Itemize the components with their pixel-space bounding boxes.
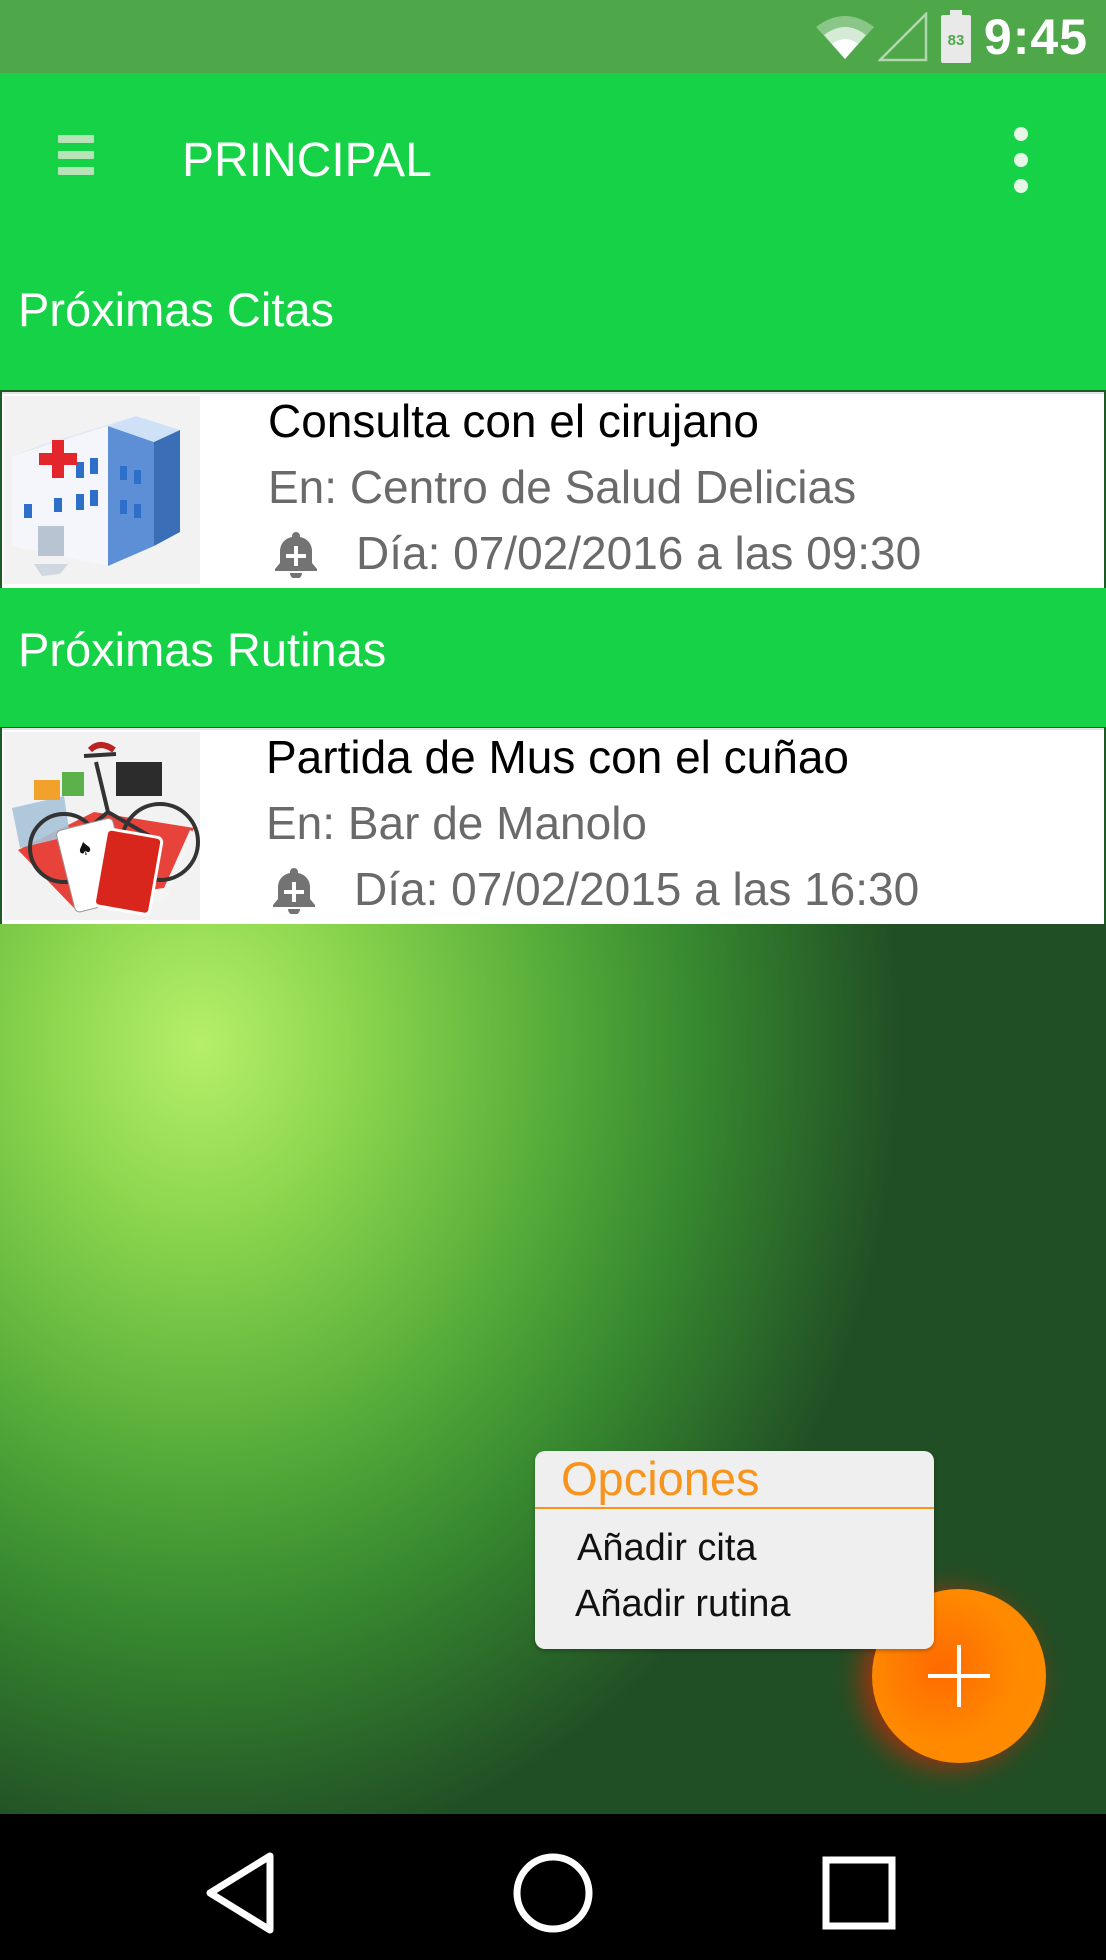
cita-date: Día: 07/02/2016 a las 09:30 <box>356 527 922 579</box>
signal-icon <box>877 11 928 61</box>
section-header-citas: Próximas Citas <box>0 240 1106 390</box>
leisure-icon: ♠ ♠ <box>4 732 200 920</box>
home-icon[interactable] <box>508 1848 598 1938</box>
nav-bar <box>0 1814 1106 1960</box>
wifi-icon <box>815 15 874 59</box>
rutina-title: Partida de Mus con el cuñao <box>266 731 850 783</box>
options-popup-menu: Opciones Añadir cita Añadir rutina <box>535 1451 934 1649</box>
cita-title: Consulta con el cirujano <box>268 395 759 447</box>
menu-item-add-cita[interactable]: Añadir cita <box>577 1527 757 1570</box>
battery-level-text: 83 <box>948 32 965 49</box>
alarm-add-icon <box>275 532 317 578</box>
hospital-icon <box>4 396 200 584</box>
popup-title: Opciones <box>561 1452 760 1505</box>
recents-icon[interactable] <box>814 1848 904 1938</box>
rutina-date: Día: 07/02/2015 a las 16:30 <box>354 863 920 915</box>
back-icon[interactable] <box>198 1848 288 1938</box>
battery-icon: 83 <box>940 9 972 64</box>
status-bar: 83 9:45 <box>0 0 1106 73</box>
app-bar: PRINCIPAL <box>0 73 1106 251</box>
list-item-rutina[interactable]: ♠ ♠ Partida de Mus con el cuñao En: Bar … <box>2 728 1104 928</box>
plus-icon <box>928 1645 990 1707</box>
rutina-place: En: Bar de Manolo <box>266 797 648 849</box>
cita-place: En: Centro de Salud Delicias <box>268 461 857 513</box>
menu-item-add-rutina[interactable]: Añadir rutina <box>575 1583 790 1626</box>
screen: 83 9:45 PRINCIPAL Próximas Citas Consult… <box>0 0 1106 1960</box>
alarm-add-icon <box>273 868 315 914</box>
popup-divider <box>535 1507 934 1509</box>
status-icons: 83 9:45 <box>814 0 1106 73</box>
section-title-citas: Próximas Citas <box>18 283 335 336</box>
list-item-cita[interactable]: Consulta con el cirujano En: Centro de S… <box>2 392 1104 590</box>
status-time: 9:45 <box>983 8 1088 65</box>
section-header-rutinas: Próximas Rutinas <box>0 588 1106 727</box>
section-title-rutinas: Próximas Rutinas <box>18 623 387 676</box>
hamburger-menu-icon[interactable] <box>58 135 94 179</box>
page-title: PRINCIPAL <box>182 134 432 187</box>
more-vert-icon[interactable] <box>1006 127 1036 195</box>
